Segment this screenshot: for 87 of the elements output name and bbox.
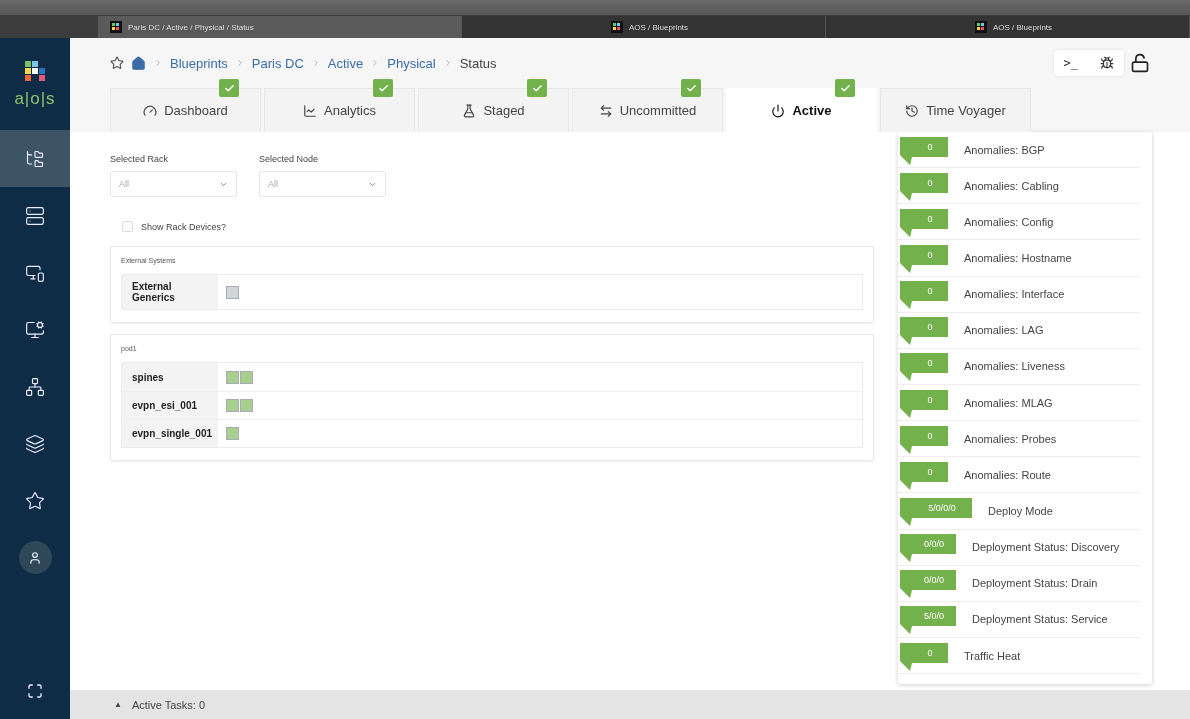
field-label: Selected Node (259, 154, 320, 164)
count-badge: 5/0/0/0 (898, 495, 974, 526)
sidebar-button[interactable] (0, 130, 70, 187)
field-label: Selected Rack (110, 154, 170, 164)
status-label: Anomalies: LAG (964, 324, 1044, 337)
terminal-button[interactable]: >_ (1063, 56, 1078, 70)
status-label: Anomalies: MLAG (964, 396, 1053, 409)
breadcrumb-link[interactable]: Paris DC (251, 55, 304, 71)
count-badge: 0 (898, 640, 950, 671)
bug-icon[interactable] (1100, 56, 1114, 70)
browser-tab[interactable]: Paris DC / Active / Physical / Status (98, 16, 462, 38)
power-icon (771, 103, 786, 118)
breadcrumb-link[interactable]: Active (327, 55, 364, 71)
status-label: Anomalies: Probes (964, 432, 1057, 445)
fullscreen-icon (27, 682, 43, 699)
gauge-icon (143, 103, 158, 118)
count-badge: 0 (898, 206, 950, 237)
status-label: Anomalies: Interface (964, 288, 1065, 301)
history-icon (905, 103, 920, 118)
status-label: Deploy Mode (988, 504, 1053, 517)
status-label: Deployment Status: Service (972, 613, 1108, 626)
flask-icon (462, 103, 477, 118)
tab[interactable]: Uncommitted (572, 88, 723, 132)
star-icon (25, 490, 45, 511)
folder-tree-icon (25, 148, 45, 169)
node-square[interactable] (226, 370, 239, 384)
count-badge: 0 (898, 279, 950, 310)
status-label: Anomalies: Route (964, 468, 1051, 481)
checkbox-label: Show Rack Devices? (141, 221, 227, 232)
browser-tab[interactable]: AOS / Blueprints (462, 16, 826, 38)
breadcrumb-link[interactable]: Blueprints (170, 55, 228, 71)
unlock-icon[interactable] (1130, 53, 1150, 73)
swap-arrows-icon (598, 103, 613, 118)
count-badge: 0 (898, 170, 950, 201)
user-button[interactable] (18, 541, 52, 574)
expand-toggle[interactable]: ▲ (114, 700, 122, 709)
line-chart-icon (303, 103, 317, 118)
status-label: Anomalies: Cabling (964, 179, 1059, 192)
layers-icon (25, 433, 45, 454)
row-name: evpn_single_001 (122, 420, 218, 447)
count-badge: 0/0/0 (898, 568, 958, 599)
network-icon (25, 376, 45, 397)
count-badge: 0 (898, 387, 950, 418)
breadcrumb-link[interactable]: Status (459, 55, 497, 71)
count-badge: 0 (898, 423, 950, 454)
node-square[interactable] (226, 427, 239, 440)
tab[interactable]: Active (726, 88, 877, 132)
status-label: Anomalies: Config (964, 215, 1054, 228)
status-label: Anomalies: BGP (964, 143, 1045, 156)
tab[interactable]: Dashboard (110, 88, 261, 132)
logo-text: a|o|s (14, 89, 56, 109)
breadcrumb-link[interactable]: Physical (387, 55, 436, 71)
status-label: Anomalies: Hostname (964, 252, 1072, 264)
count-badge: 5/0/0 (898, 604, 958, 635)
row-name: External Generics (122, 275, 218, 309)
status-label: Deployment Status: Discovery (972, 541, 1120, 554)
node-square[interactable] (240, 399, 253, 412)
node-square[interactable] (226, 285, 239, 299)
row-name: evpn_esi_001 (122, 392, 218, 419)
app-icon (974, 21, 987, 33)
status-label: Traffic Heat (964, 649, 1021, 662)
count-badge: 0 (898, 315, 950, 346)
home-icon[interactable] (131, 55, 146, 71)
tab[interactable]: Staged (418, 88, 569, 132)
status-text: Active Tasks: 0 (131, 698, 206, 711)
count-badge: 0/0/0 (898, 532, 958, 563)
server-icon (25, 205, 45, 226)
logo-icon (23, 59, 47, 83)
row-name: spines (122, 363, 218, 391)
node-square[interactable] (240, 370, 253, 384)
count-badge: 0 (898, 134, 950, 165)
count-badge: 0 (898, 459, 950, 490)
monitor-gear-icon (25, 319, 45, 340)
app-icon (110, 21, 122, 33)
app-icon (610, 21, 623, 33)
tab[interactable]: Analytics (264, 88, 415, 132)
count-badge: 0 (898, 243, 950, 273)
tab[interactable]: Time Voyager (880, 88, 1031, 132)
node-square[interactable] (226, 399, 239, 412)
chevron-icon (153, 58, 163, 68)
user-icon (28, 550, 42, 565)
favorite-icon[interactable] (110, 56, 124, 70)
checkbox[interactable] (122, 221, 133, 232)
count-badge: 0 (898, 351, 950, 382)
browser-tab[interactable]: AOS / Blueprints (826, 16, 1190, 38)
status-label: Deployment Status: Drain (972, 577, 1098, 590)
status-label: Anomalies: Liveness (964, 360, 1065, 373)
